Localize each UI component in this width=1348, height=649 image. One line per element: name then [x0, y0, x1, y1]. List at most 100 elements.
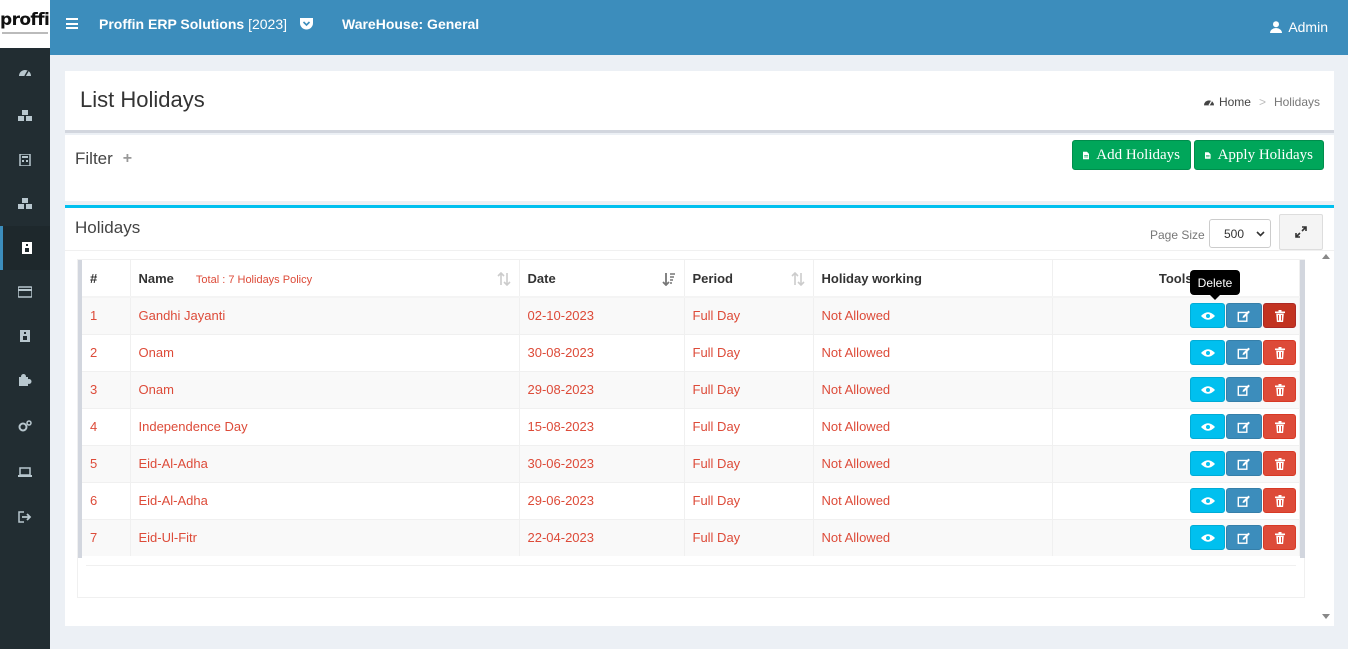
view-button[interactable]: [1190, 377, 1225, 402]
delete-button[interactable]: [1263, 525, 1296, 551]
view-button[interactable]: [1190, 414, 1225, 439]
edit-icon: [1237, 532, 1250, 544]
sidebar-item-system[interactable]: [0, 450, 50, 494]
sidebar-item-logout[interactable]: [0, 495, 50, 539]
column-header-tools: Tools: [1052, 260, 1300, 298]
table-row: 4 Independence Day 15-08-2023 Full Day Not A…: [82, 407, 1300, 445]
view-button[interactable]: [1190, 340, 1225, 365]
add-holidays-button[interactable]: Add Holidays: [1072, 140, 1191, 170]
edit-icon: [1237, 421, 1250, 433]
file-text-icon: [1083, 151, 1090, 159]
cell-date: 30-08-2023: [519, 333, 685, 371]
cell-num: 1: [82, 296, 131, 334]
cubes-icon: [18, 198, 32, 209]
filter-title: Filter: [75, 149, 113, 168]
cell-name: Onam: [130, 333, 520, 371]
cell-name: Eid-Al-Adha: [130, 444, 520, 482]
sidebar-item-accounts[interactable]: [0, 138, 50, 182]
cell-period: Full Day: [684, 370, 814, 408]
trash-icon: [1274, 531, 1285, 544]
delete-button[interactable]: [1263, 303, 1296, 329]
cell-period: Full Day: [684, 518, 814, 556]
sidebar-item-payments[interactable]: [0, 270, 50, 314]
id-card-icon: [21, 242, 32, 254]
expand-button[interactable]: [1279, 214, 1323, 250]
plus-icon[interactable]: +: [123, 150, 132, 168]
sign-out-icon: [18, 511, 32, 523]
eye-icon: [1200, 312, 1215, 320]
scroll-down-arrow[interactable]: [1322, 614, 1330, 619]
view-button[interactable]: [1190, 525, 1225, 551]
menu-toggle-icon[interactable]: [66, 18, 78, 29]
trash-icon: [1274, 346, 1285, 359]
edit-button[interactable]: [1226, 525, 1262, 551]
table-row: 6 Eid-Al-Adha 29-06-2023 Full Day Not Allowe…: [82, 481, 1300, 519]
edit-button[interactable]: [1226, 377, 1262, 402]
edit-button[interactable]: [1226, 414, 1262, 439]
delete-button[interactable]: [1263, 451, 1296, 476]
table-row: 5 Eid-Al-Adha 30-06-2023 Full Day Not Allowe…: [82, 444, 1300, 482]
sort-icon[interactable]: [496, 272, 511, 286]
trash-icon: [1274, 383, 1285, 396]
view-button[interactable]: [1190, 488, 1225, 513]
dashboard-icon: [1203, 100, 1214, 106]
column-header-period[interactable]: Period: [684, 260, 814, 298]
view-button[interactable]: [1190, 303, 1225, 329]
laptop-icon: [18, 467, 32, 477]
edit-icon: [1237, 384, 1250, 396]
cubes-icon: [18, 110, 32, 121]
sort-icon[interactable]: [790, 272, 805, 286]
scroll-up-arrow[interactable]: [1322, 254, 1330, 259]
edit-button[interactable]: [1226, 451, 1262, 476]
cell-date: 29-08-2023: [519, 370, 685, 408]
edit-button[interactable]: [1226, 303, 1262, 329]
filter-toggle[interactable]: Filter +: [75, 149, 132, 169]
table-right-border: [1300, 260, 1305, 558]
sidebar-item-dashboard[interactable]: [0, 50, 50, 94]
sort-desc-icon[interactable]: [661, 272, 676, 286]
edit-icon: [1237, 495, 1250, 507]
column-header-date[interactable]: Date: [519, 260, 685, 298]
holidays-table-container: # Name Total : 7 Holidays Policy Date Per…: [77, 259, 1305, 598]
user-icon: [1270, 21, 1283, 33]
table-footer-divider: [86, 565, 1296, 566]
total-count-label: Total : 7 Holidays Policy: [195, 273, 313, 286]
page-size-select[interactable]: 500: [1209, 219, 1271, 248]
edit-button[interactable]: [1226, 488, 1262, 513]
logo[interactable]: proffin: [0, 0, 50, 48]
id-badge-icon: [20, 330, 30, 342]
cell-name: Eid-Ul-Fitr: [130, 518, 520, 556]
filter-panel: Filter + Add Holidays Apply Holidays: [65, 135, 1334, 201]
view-button[interactable]: [1190, 451, 1225, 476]
cell-num: 6: [82, 481, 131, 519]
sidebar-item-employees[interactable]: [0, 314, 50, 358]
sidebar-item-products[interactable]: [0, 182, 50, 226]
sidebar-item-inventory[interactable]: [0, 94, 50, 138]
pocket-icon[interactable]: [300, 17, 313, 30]
column-name-label: Name: [138, 270, 174, 286]
breadcrumb-home[interactable]: Home: [1203, 95, 1251, 109]
column-header-name[interactable]: Name Total : 7 Holidays Policy: [130, 260, 520, 298]
cell-tools: [1052, 407, 1300, 445]
page-title: List Holidays: [80, 87, 205, 112]
cell-num: 3: [82, 370, 131, 408]
warehouse-label[interactable]: WareHouse: General: [342, 16, 479, 32]
top-navbar: Proffin ERP Solutions [2023] WareHouse: …: [50, 0, 1348, 55]
edit-button[interactable]: [1226, 340, 1262, 365]
delete-button[interactable]: [1263, 414, 1296, 439]
apply-holidays-button[interactable]: Apply Holidays: [1194, 140, 1324, 170]
user-name: Admin: [1288, 19, 1328, 35]
sidebar-item-settings[interactable]: [0, 404, 50, 448]
sidebar: proffin: [0, 0, 50, 649]
cell-num: 2: [82, 333, 131, 371]
delete-button[interactable]: [1263, 340, 1296, 365]
eye-icon: [1200, 348, 1215, 357]
sidebar-item-plugins[interactable]: [0, 358, 50, 402]
delete-button[interactable]: [1263, 488, 1296, 513]
delete-button[interactable]: [1263, 377, 1296, 402]
eye-icon: [1200, 422, 1215, 431]
sidebar-item-hr[interactable]: [0, 226, 50, 270]
column-header-num: #: [82, 260, 131, 298]
user-menu[interactable]: Admin: [1270, 19, 1328, 35]
dashboard-icon: [19, 70, 31, 77]
